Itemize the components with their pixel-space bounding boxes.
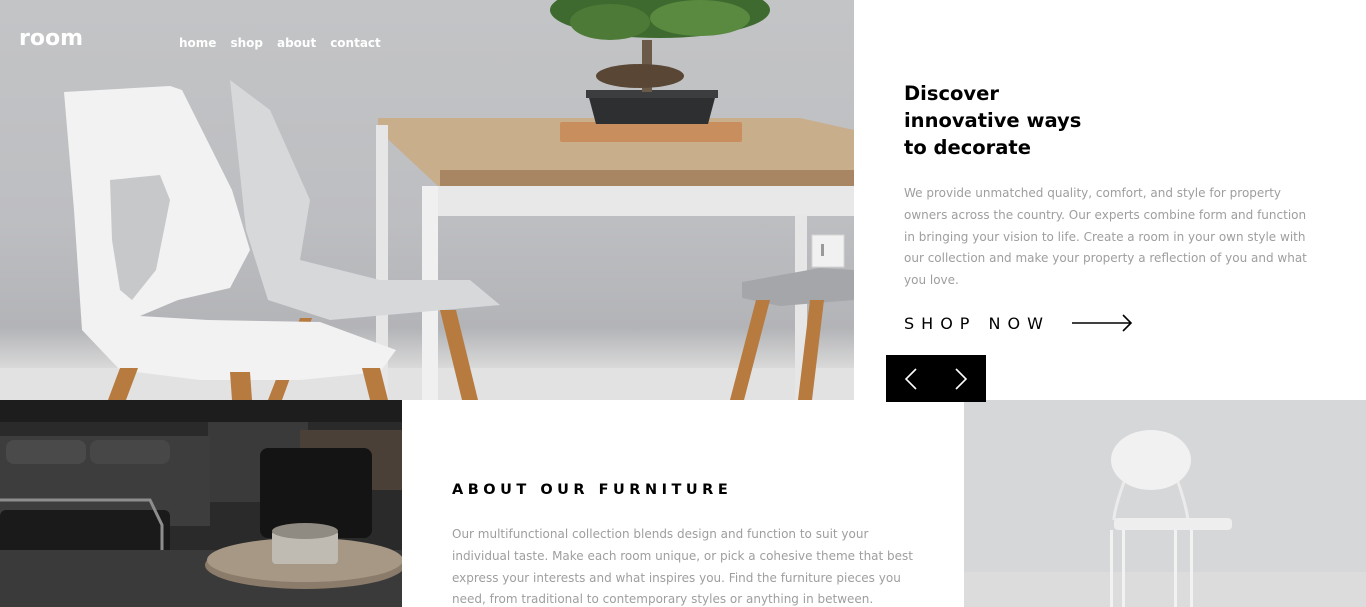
hero-content: Discover innovative ways to decorate We … (904, 80, 1314, 333)
nav-item-about[interactable]: about (277, 36, 316, 50)
hero-photo-illustration (0, 0, 854, 400)
brand-logo[interactable]: room (19, 26, 83, 51)
slider-controls (886, 355, 986, 402)
nav-item-contact[interactable]: contact (330, 36, 381, 50)
nav-item-home[interactable]: home (179, 36, 216, 50)
about-content: ABOUT OUR FURNITURE Our multifunctional … (452, 482, 922, 607)
dark-room-photo-illustration (0, 400, 402, 607)
about-dark-image (0, 400, 402, 607)
about-title: ABOUT OUR FURNITURE (452, 482, 733, 498)
slider-next-button[interactable] (936, 355, 986, 402)
angle-right-icon (955, 367, 968, 390)
hero-title: Discover innovative ways to decorate (904, 82, 1082, 159)
white-chair-photo-illustration (964, 400, 1366, 607)
nav-item-shop[interactable]: shop (230, 36, 263, 50)
long-arrow-right-icon (1071, 314, 1133, 333)
slider-prev-button[interactable] (886, 355, 936, 402)
angle-left-icon (904, 367, 917, 390)
shop-now-label: SHOP NOW (904, 313, 1050, 333)
hero-description: We provide unmatched quality, comfort, a… (904, 186, 1307, 288)
about-light-image (964, 400, 1366, 607)
hero-image (0, 0, 854, 400)
main-nav: home shop about contact (179, 36, 381, 50)
shop-now-button[interactable]: SHOP NOW (904, 314, 1314, 333)
about-description: Our multifunctional collection blends de… (452, 527, 913, 607)
